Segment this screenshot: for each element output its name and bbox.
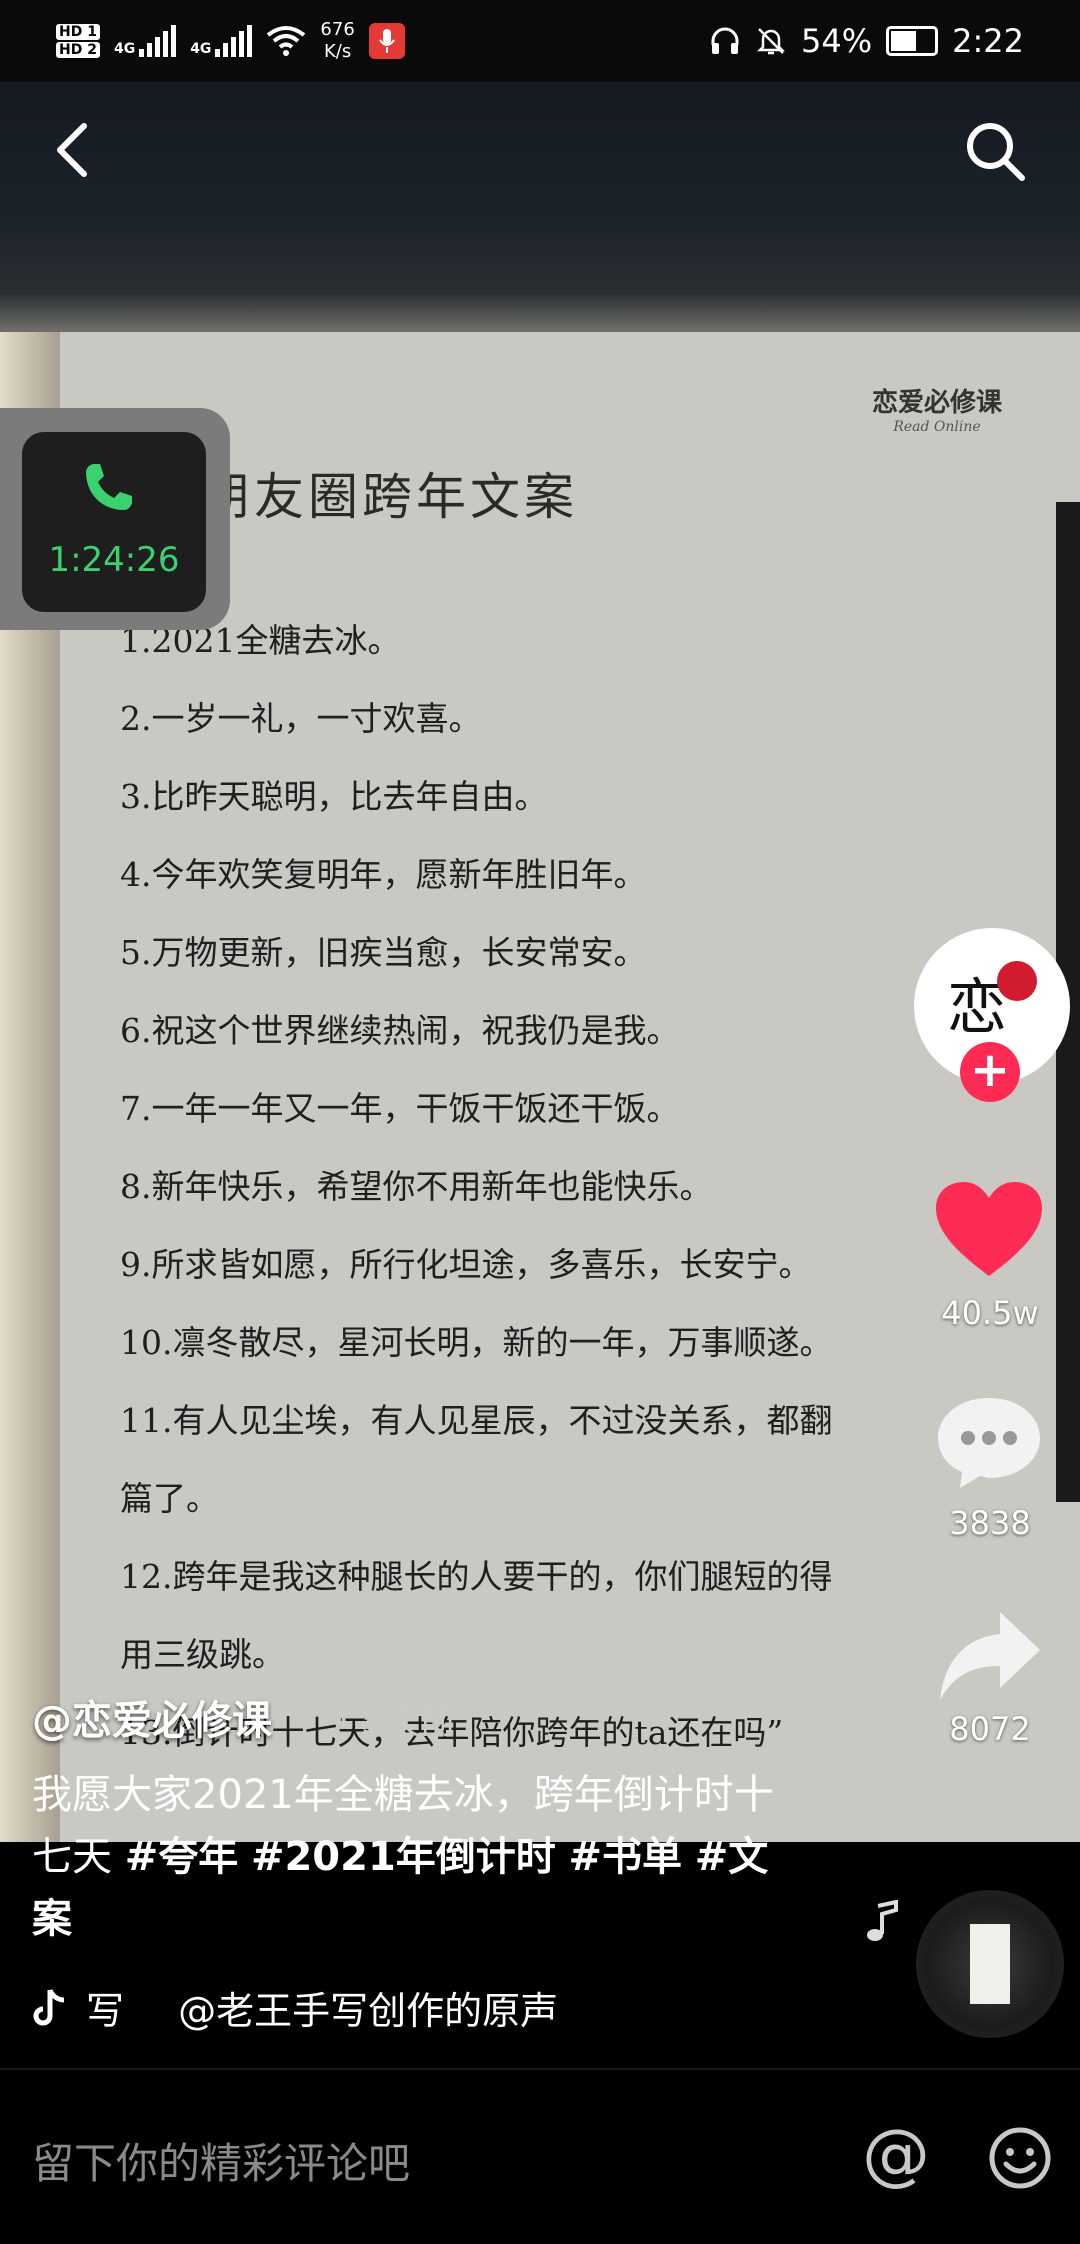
music-disc[interactable] — [916, 1890, 1064, 2038]
hd2-label: HD 2 — [56, 42, 100, 58]
post-caption: 我愿大家2021年全糖去冰，跨年倒计时十七天 #夸年 #2021年倒计时 #书单… — [32, 1764, 792, 1950]
clock: 2:22 — [952, 22, 1024, 60]
book-line: 7.一年一年又一年，干饭干饭还干饭。 — [120, 1089, 680, 1128]
video-player[interactable]: 恋爱必修课 Read Online 朋友圈跨年文案 1.2021全糖去冰。 2.一… — [0, 82, 1080, 1842]
book-line: 1.2021全糖去冰。 — [120, 621, 401, 660]
book-line: 用三级跳。 — [120, 1635, 285, 1674]
book-text: 1.2021全糖去冰。 2.一岁一礼，一寸欢喜。 3.比昨天聪明，比去年自由。 4.今… — [120, 602, 950, 1772]
hashtag-1[interactable]: #夸年 — [125, 1834, 239, 1880]
battery-percent: 54% — [801, 22, 873, 60]
speed-value: 676 — [320, 19, 355, 40]
heart-icon[interactable] — [934, 1180, 1044, 1280]
comment-count: 3838 — [949, 1504, 1031, 1542]
mute-bell-icon — [756, 28, 786, 55]
music-note-icon — [867, 1900, 898, 1941]
book-line: 8.新年快乐，希望你不用新年也能快乐。 — [120, 1167, 713, 1206]
book-line: 11.有人见尘埃，有人见星辰，不过没关系，都翻 — [120, 1401, 833, 1440]
hd1-label: HD 1 — [56, 24, 100, 40]
hashtag-3[interactable]: #书单 — [569, 1834, 683, 1880]
author-username[interactable]: @恋爱必修课 — [32, 1688, 272, 1746]
flower-icon — [997, 961, 1037, 1001]
hashtag-2[interactable]: #2021年倒计时 — [251, 1834, 556, 1880]
comment-input[interactable]: 留下你的精彩评论吧 — [32, 2130, 410, 2191]
microphone-icon — [368, 23, 405, 59]
book-title: 朋友圈跨年文案 — [200, 468, 578, 526]
network-speed: 676 K/s — [320, 19, 354, 63]
brand-en: Read Online — [893, 419, 981, 435]
like-count: 40.5w — [941, 1294, 1039, 1332]
book-line: 6.祝这个世界继续热闹，祝我仍是我。 — [120, 1011, 680, 1050]
disc-cover — [970, 1924, 1010, 2004]
brand-cn: 恋爱必修课 — [872, 388, 1003, 418]
search-icon[interactable] — [962, 118, 1028, 184]
book-line: 2.一岁一礼，一寸欢喜。 — [120, 699, 482, 738]
book-line: 5.万物更新，旧疾当愈，长安常安。 — [120, 933, 647, 972]
hd-indicator: HD 1 HD 2 — [56, 23, 100, 59]
phone-icon — [86, 464, 132, 510]
signal-icon-1: 4G — [113, 25, 177, 57]
headphones-icon — [711, 27, 739, 54]
comment-icon[interactable] — [934, 1392, 1044, 1492]
music-prefix: 写 — [86, 1989, 125, 2033]
signal-icon-2: 4G — [190, 25, 253, 57]
post-time: · 5天前 — [338, 1701, 456, 1742]
speed-unit: K/s — [323, 41, 352, 62]
share-count: 8072 — [949, 1710, 1031, 1748]
battery-icon — [886, 26, 939, 56]
book-line: 篇了。 — [120, 1479, 219, 1518]
book-line: 12.跨年是我这种腿长的人要干的，你们腿短的得 — [120, 1557, 833, 1596]
wifi-icon — [267, 26, 306, 56]
book-brand: 恋爱必修课 Read Online — [872, 382, 1002, 435]
at-mention-icon[interactable]: @ — [862, 2120, 930, 2190]
tiktok-logo-icon — [33, 1988, 65, 2025]
network-type-2: 4G — [190, 41, 212, 57]
book-line: 10.凛冬散尽，星河长明，新的一年，万事顺遂。 — [120, 1323, 833, 1362]
music-title: @老王手写创作的原声 — [178, 1989, 559, 2033]
music-info[interactable]: 写 @老王手写创作的原声 — [32, 1980, 600, 2035]
follow-button[interactable]: + — [960, 1042, 1020, 1102]
back-icon[interactable] — [52, 120, 92, 180]
book-line: 9.所求皆如愿，所行化坦途，多喜乐，长安宁。 — [120, 1245, 812, 1284]
status-bar: HD 1 HD 2 4G 4G 676 K/s 54% 2:22 — [0, 0, 1080, 82]
network-type-1: 4G — [113, 41, 136, 57]
book-line: 4.今年欢笑复明年，愿新年胜旧年。 — [120, 855, 647, 894]
share-icon[interactable] — [934, 1608, 1044, 1708]
call-duration: 1:24:26 — [48, 540, 180, 580]
book-line: 3.比昨天聪明，比去年自由。 — [120, 777, 548, 816]
emoji-icon[interactable] — [988, 2126, 1052, 2190]
